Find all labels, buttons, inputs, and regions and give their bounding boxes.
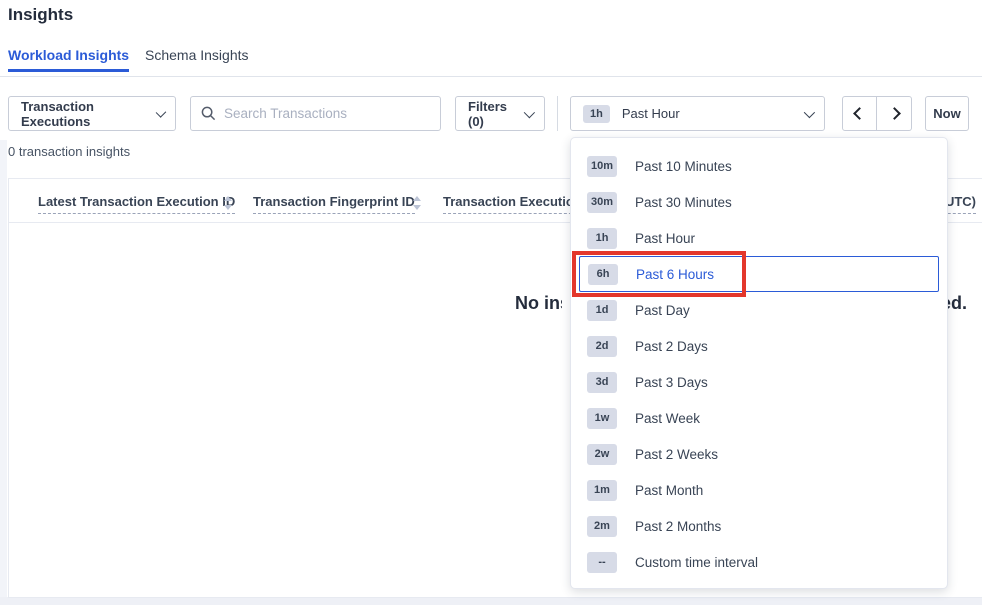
time-option-past-30-minutes[interactable]: 30m Past 30 Minutes xyxy=(571,184,947,220)
time-option-badge: 30m xyxy=(587,192,617,213)
search-icon xyxy=(201,106,216,121)
time-option-badge: 10m xyxy=(587,156,617,177)
page-background-strip-left xyxy=(0,140,7,605)
time-option-past-3-days[interactable]: 3d Past 3 Days xyxy=(571,364,947,400)
time-nav-arrows xyxy=(842,96,912,131)
time-option-badge: 1d xyxy=(587,300,617,321)
chevron-down-icon xyxy=(524,107,535,118)
time-range-selector[interactable]: 1h Past Hour xyxy=(570,96,825,131)
time-next-button[interactable] xyxy=(877,96,912,131)
filters-dropdown-label: Filters (0) xyxy=(468,99,524,129)
now-button[interactable]: Now xyxy=(925,96,969,131)
time-option-past-2-months[interactable]: 2m Past 2 Months xyxy=(571,508,947,544)
time-option-badge: 2d xyxy=(587,336,617,357)
page-background-strip-bottom xyxy=(0,597,982,605)
time-option-badge: -- xyxy=(587,552,617,573)
time-option-past-2-days[interactable]: 2d Past 2 Days xyxy=(571,328,947,364)
time-prev-button[interactable] xyxy=(842,96,877,131)
insight-type-dropdown[interactable]: Transaction Executions xyxy=(8,96,176,131)
time-range-label: Past Hour xyxy=(622,106,680,121)
tab-schema-insights[interactable]: Schema Insights xyxy=(145,47,249,63)
chevron-right-icon xyxy=(888,107,901,120)
time-option-past-day[interactable]: 1d Past Day xyxy=(571,292,947,328)
sort-icon[interactable] xyxy=(413,196,422,210)
time-option-badge: 3d xyxy=(587,372,617,393)
search-box[interactable] xyxy=(190,96,441,131)
time-option-past-10-minutes[interactable]: 10m Past 10 Minutes xyxy=(571,148,947,184)
filters-dropdown[interactable]: Filters (0) xyxy=(455,96,545,131)
time-option-past-week[interactable]: 1w Past Week xyxy=(571,400,947,436)
time-option-past-month[interactable]: 1m Past Month xyxy=(571,472,947,508)
insight-type-dropdown-label: Transaction Executions xyxy=(21,99,156,129)
chevron-down-icon xyxy=(804,106,815,117)
time-option-badge: 1w xyxy=(587,408,617,429)
time-option-past-2-weeks[interactable]: 2w Past 2 Weeks xyxy=(571,436,947,472)
empty-state-message: No insights found for the time period de… xyxy=(515,293,562,319)
chevron-down-icon xyxy=(155,107,166,118)
insights-count: 0 transaction insights xyxy=(8,144,130,159)
toolbar-divider xyxy=(557,96,558,131)
time-option-badge: 1h xyxy=(587,228,617,249)
column-header-latest-transaction-execution-id[interactable]: Latest Transaction Execution ID xyxy=(38,194,235,214)
time-option-badge: 6h xyxy=(588,264,618,285)
tab-workload-insights[interactable]: Workload Insights xyxy=(8,47,129,63)
time-option-past-hour[interactable]: 1h Past Hour xyxy=(571,220,947,256)
time-option-badge: 1m xyxy=(587,480,617,501)
time-option-badge: 2m xyxy=(587,516,617,537)
page-title: Insights xyxy=(8,5,73,25)
time-option-badge: 2w xyxy=(587,444,617,465)
chevron-left-icon xyxy=(853,107,866,120)
time-option-custom-time-interval[interactable]: -- Custom time interval xyxy=(571,544,947,580)
sort-icon[interactable] xyxy=(224,196,233,210)
time-range-badge: 1h xyxy=(583,105,610,123)
search-input[interactable] xyxy=(224,106,414,121)
column-header-transaction-execution[interactable]: Transaction Execution xyxy=(443,194,582,214)
time-range-dropdown-menu: 10m Past 10 Minutes 30m Past 30 Minutes … xyxy=(570,137,948,589)
time-option-past-6-hours[interactable]: 6h Past 6 Hours xyxy=(579,256,939,292)
tab-bar: Workload Insights Schema Insights xyxy=(0,44,982,77)
column-header-transaction-fingerprint-id[interactable]: Transaction Fingerprint ID xyxy=(253,194,415,214)
toolbar: Transaction Executions Filters (0) 1h Pa… xyxy=(0,96,982,131)
